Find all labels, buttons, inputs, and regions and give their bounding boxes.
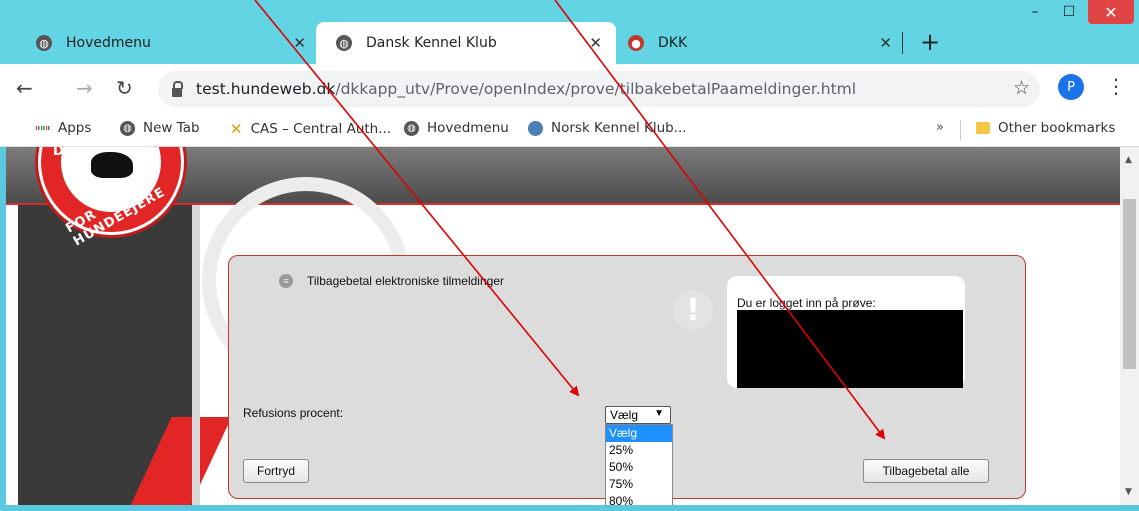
folder-icon bbox=[976, 122, 990, 134]
profile-avatar[interactable]: P bbox=[1058, 74, 1084, 100]
bookmark-star-icon[interactable]: ☆ bbox=[1013, 77, 1030, 99]
bookmarks-overflow-button[interactable]: » bbox=[936, 120, 944, 135]
tab-label: Dansk Kennel Klub bbox=[366, 35, 497, 51]
browser-toolbar: ← → ↻ test.hundeweb.dk/dkkapp_utv/Prove/… bbox=[0, 64, 1139, 114]
bookmark-label: Apps bbox=[58, 120, 92, 136]
dropdown-option[interactable]: 50% bbox=[606, 459, 672, 476]
select-value: Vælg bbox=[610, 408, 639, 422]
login-info-box: Du er logget inn på prøve: bbox=[727, 276, 965, 388]
forward-arrow-icon[interactable]: → bbox=[76, 76, 93, 100]
bookmark-new-tab[interactable]: ◍ New Tab bbox=[120, 120, 200, 136]
dog-silhouette-icon bbox=[91, 152, 133, 178]
new-tab-button[interactable]: + bbox=[920, 30, 940, 54]
bookmark-cas[interactable]: ✕ CAS – Central Auth... bbox=[230, 120, 391, 138]
tab-label: Hovedmenu bbox=[66, 35, 151, 51]
scroll-up-arrow-icon[interactable]: ▲ bbox=[1125, 155, 1132, 165]
minimize-button[interactable]: – bbox=[1018, 0, 1052, 24]
bookmarks-bar: Apps ◍ New Tab ✕ CAS – Central Auth... ◍… bbox=[0, 114, 1139, 147]
bookmark-apps[interactable]: Apps bbox=[35, 120, 92, 136]
other-bookmarks[interactable]: Other bookmarks bbox=[976, 120, 1115, 136]
document-icon: ≡ bbox=[279, 274, 293, 288]
close-icon[interactable]: ✕ bbox=[879, 34, 892, 52]
close-icon[interactable]: ✕ bbox=[293, 34, 306, 52]
cancel-button[interactable]: Fortryd bbox=[243, 459, 309, 483]
window-border-bottom bbox=[0, 505, 1139, 511]
globe-icon: ◍ bbox=[120, 120, 135, 136]
tab-hovedmenu[interactable]: ◍ Hovedmenu ✕ bbox=[36, 22, 320, 64]
close-icon[interactable]: ✕ bbox=[589, 34, 602, 52]
refund-percent-dropdown[interactable]: Vælg 25% 50% 75% 80% bbox=[605, 424, 673, 505]
globe-icon: ◍ bbox=[404, 120, 419, 136]
tab-dansk-kennel-klub[interactable]: ◍ Dansk Kennel Klub ✕ bbox=[316, 22, 616, 64]
apps-grid-icon bbox=[35, 121, 51, 135]
login-label: Du er logget inn på prøve: bbox=[737, 296, 876, 310]
refund-all-button[interactable]: Tilbagebetal alle bbox=[863, 459, 989, 483]
panel-title: ≡ Tilbagebetal elektroniske tilmeldinger bbox=[279, 274, 504, 288]
page-content: DA FOR HUNDEEJERE ≡ Tilbagebetal elektro… bbox=[6, 147, 1120, 505]
refund-panel: ≡ Tilbagebetal elektroniske tilmeldinger… bbox=[228, 255, 1026, 505]
exclamation-icon: ! bbox=[673, 290, 713, 330]
dkk-favicon-icon: ● bbox=[628, 35, 644, 51]
tab-dkk[interactable]: ● DKK ✕ bbox=[624, 22, 906, 64]
refund-percent-label: Refusions procent: bbox=[243, 406, 344, 420]
window-close-button[interactable]: ✕ bbox=[1088, 0, 1134, 24]
dropdown-option[interactable]: 80% bbox=[606, 493, 672, 505]
scroll-down-arrow-icon[interactable]: ▼ bbox=[1125, 487, 1132, 497]
dropdown-option[interactable]: 25% bbox=[606, 442, 672, 459]
tab-separator bbox=[902, 32, 903, 54]
sidebar-edge bbox=[192, 205, 200, 505]
lock-icon bbox=[172, 80, 183, 97]
refund-percent-select[interactable]: Vælg ▼ bbox=[605, 406, 671, 424]
back-arrow-icon[interactable]: ← bbox=[16, 76, 33, 100]
menu-kebab-icon[interactable]: ⋮ bbox=[1106, 74, 1126, 98]
bookmark-label: Hovedmenu bbox=[427, 120, 509, 136]
bookmark-hovedmenu[interactable]: ◍ Hovedmenu bbox=[404, 120, 509, 136]
logo-text-top: DA bbox=[53, 147, 74, 159]
tab-label: DKK bbox=[658, 35, 688, 51]
redacted-box bbox=[737, 310, 963, 388]
bookmark-label: Other bookmarks bbox=[998, 120, 1116, 136]
panel-title-text: Tilbagebetal elektroniske tilmeldinger bbox=[307, 274, 504, 288]
bookmark-nkk[interactable]: Norsk Kennel Klub... bbox=[528, 120, 687, 136]
bookmark-label: CAS – Central Auth... bbox=[250, 121, 392, 137]
globe-icon: ◍ bbox=[36, 35, 52, 51]
tab-strip: ◍ Hovedmenu ✕ ◍ Dansk Kennel Klub ✕ ● DK… bbox=[0, 0, 1139, 64]
globe-icon: ◍ bbox=[336, 35, 352, 51]
page-scrollbar[interactable]: ▲ ▼ bbox=[1120, 147, 1139, 505]
bookmark-label: Norsk Kennel Klub... bbox=[551, 120, 687, 136]
address-bar[interactable]: test.hundeweb.dk/dkkapp_utv/Prove/openIn… bbox=[158, 71, 1040, 107]
maximize-button[interactable]: ☐ bbox=[1052, 0, 1086, 24]
dropdown-arrow-icon: ▼ bbox=[654, 408, 664, 419]
dropdown-option[interactable]: 75% bbox=[606, 476, 672, 493]
url-path: /dkkapp_utv/Prove/openIndex/prove/tilbak… bbox=[335, 80, 857, 98]
cas-icon: ✕ bbox=[230, 120, 243, 138]
scrollbar-thumb[interactable] bbox=[1123, 199, 1136, 369]
bookmarks-separator bbox=[960, 120, 961, 140]
nkk-icon bbox=[528, 120, 543, 136]
bookmark-label: New Tab bbox=[143, 120, 200, 136]
reload-icon[interactable]: ↻ bbox=[116, 76, 133, 100]
browser-window: ◍ Hovedmenu ✕ ◍ Dansk Kennel Klub ✕ ● DK… bbox=[0, 0, 1139, 511]
dropdown-option[interactable]: Vælg bbox=[606, 425, 672, 442]
url-host: test.hundeweb.dk bbox=[196, 80, 336, 98]
